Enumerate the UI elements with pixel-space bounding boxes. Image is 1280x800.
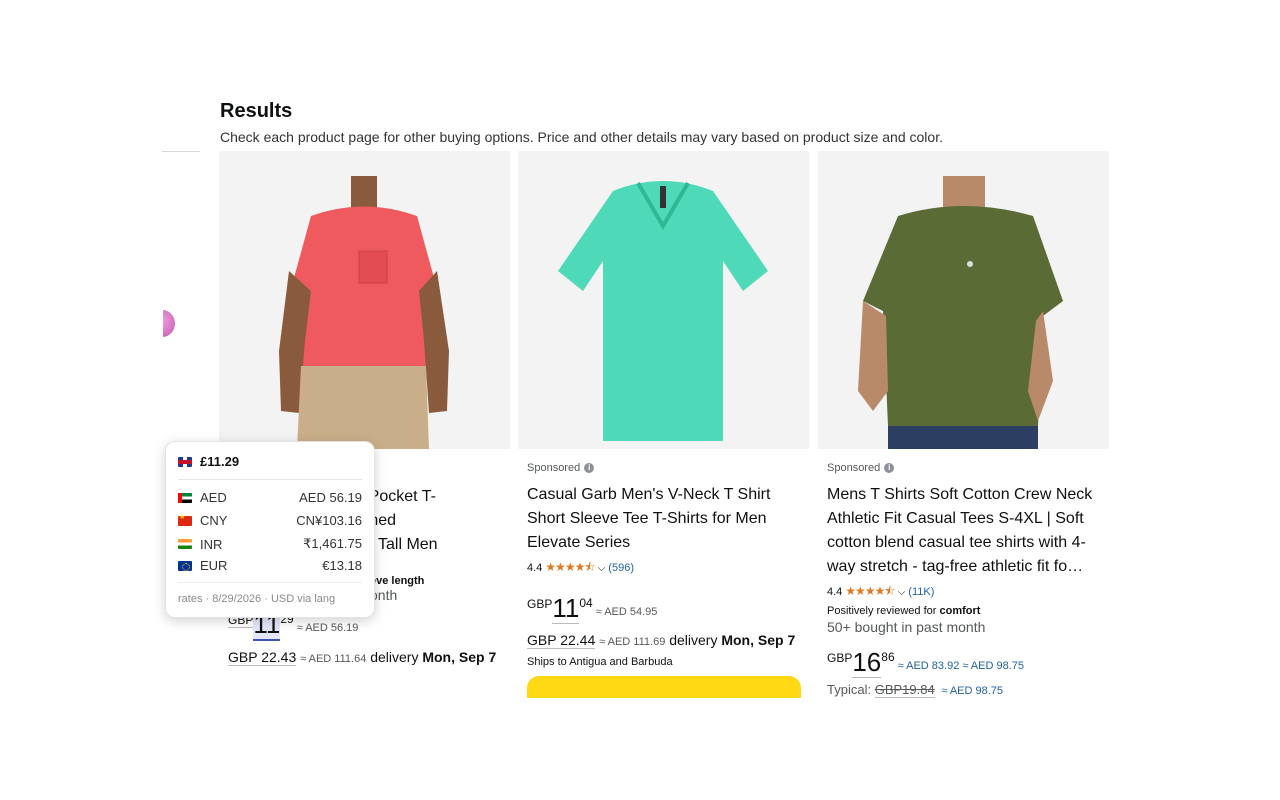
- review-count[interactable]: (11K): [908, 586, 934, 598]
- product-title[interactable]: Mens T Shirts Soft Cotton Crew Neck Athl…: [827, 483, 1102, 579]
- sponsored-label[interactable]: Sponsored i: [527, 459, 802, 477]
- results-subtitle: Check each product page for other buying…: [220, 129, 943, 145]
- product-image[interactable]: [219, 151, 510, 449]
- product-card[interactable]: Sponsored i Casual Garb Men's V-Neck T S…: [518, 151, 809, 703]
- currency-row: CNY CN¥103.16: [178, 513, 362, 528]
- price-fraction: 86: [881, 650, 895, 664]
- rating-value: 4.4: [827, 586, 843, 598]
- product-title[interactable]: Casual Garb Men's V-Neck T Shirt Short S…: [527, 483, 802, 555]
- currency-value: AED 56.19: [299, 490, 362, 505]
- currency-value: €13.18: [322, 558, 362, 573]
- list-price-converted: ≈ AED 111.64: [300, 653, 367, 665]
- info-icon[interactable]: i: [884, 463, 895, 473]
- rating[interactable]: 4.4 ★★★★⯪ ⌵ (11K): [827, 583, 1102, 601]
- list-price: GBP 22.44: [527, 632, 596, 649]
- price-converted: ≈ AED 54.95: [595, 606, 658, 618]
- review-highlight: Positively reviewed for comfort: [827, 605, 1102, 617]
- currency-row: EUR €13.18: [178, 558, 362, 573]
- rating[interactable]: 4.4 ★★★★⯪ ⌵ (596): [527, 559, 802, 577]
- review-note-term: comfort: [939, 605, 981, 617]
- typical-price-value: GBP19.84: [874, 682, 935, 698]
- list-price-converted: ≈ AED 111.69: [599, 636, 666, 648]
- delivery-date: Mon, Sep 7: [422, 649, 497, 665]
- india-flag-icon: [178, 539, 192, 549]
- typical-price: Typical: GBP19.84 ≈ AED 98.75: [827, 682, 1102, 698]
- currency-converter-popup[interactable]: £11.29 AED AED 56.19 CNY CN¥103.16 INR ₹…: [165, 441, 375, 618]
- price-converted: ≈ AED 56.19: [296, 622, 359, 634]
- eu-flag-icon: [178, 560, 192, 571]
- add-to-cart-button[interactable]: [527, 676, 801, 698]
- price-converted: ≈ AED 83.92: [897, 660, 960, 672]
- price-currency: GBP: [527, 597, 553, 611]
- info-icon[interactable]: i: [584, 463, 595, 473]
- currency-code: EUR: [200, 558, 228, 573]
- china-flag-icon: [178, 513, 192, 526]
- rating-value: 4.4: [527, 562, 543, 574]
- sponsored-text: Sponsored: [827, 462, 881, 474]
- product-image[interactable]: [518, 151, 809, 449]
- sidebar-mask: [0, 0, 163, 800]
- typical-label: Typical:: [827, 682, 872, 697]
- currency-row: AED AED 56.19: [178, 490, 362, 505]
- currency-code: CNY: [200, 513, 228, 528]
- currency-code: INR: [200, 536, 223, 552]
- delivery-date: Mon, Sep 7: [721, 632, 796, 648]
- ships-to: Ships to Antigua and Barbuda: [527, 656, 673, 668]
- popup-main-price: £11.29: [200, 454, 240, 469]
- price[interactable]: GBP 16 86 ≈ AED 83.92 ≈ AED 98.75: [827, 647, 1102, 678]
- chevron-down-icon[interactable]: ⌵: [598, 563, 606, 574]
- delivery-info: GBP 22.43 ≈ AED 111.64 delivery Mon, Sep…: [228, 647, 503, 669]
- chevron-down-icon[interactable]: ⌵: [898, 587, 906, 598]
- currency-row: INR ₹1,461.75: [178, 536, 362, 552]
- review-note-prefix: Positively reviewed for: [827, 605, 937, 617]
- price-whole: 11: [552, 593, 580, 624]
- popup-divider: [178, 582, 362, 583]
- popup-footer: rates · 8/29/2026 · USD via lang: [178, 593, 336, 605]
- price[interactable]: GBP 11 04 ≈ AED 54.95: [527, 593, 802, 624]
- product-image[interactable]: [818, 151, 1109, 449]
- product-card[interactable]: c Fit Pocket T- esigned Tall Men eve len…: [219, 151, 510, 703]
- currency-code: AED: [200, 490, 227, 505]
- delivery-label: delivery: [370, 649, 419, 665]
- price-whole: 16: [852, 647, 882, 678]
- bought-note: 50+ bought in past month: [827, 619, 986, 635]
- currency-value: ₹1,461.75: [303, 536, 362, 551]
- review-count[interactable]: (596): [608, 562, 634, 574]
- uae-flag-icon: [178, 492, 192, 503]
- delivery-label: delivery: [669, 632, 718, 648]
- currency-value: CN¥103.16: [296, 513, 362, 528]
- popup-header: £11.29: [178, 454, 362, 469]
- delivery-info: GBP 22.44 ≈ AED 111.69 delivery Mon, Sep…: [527, 630, 802, 652]
- typical-price-converted: ≈ AED 98.75: [941, 685, 1004, 697]
- popup-divider: [178, 479, 362, 480]
- sponsored-label[interactable]: Sponsored i: [827, 459, 1102, 477]
- price-converted-alt: ≈ AED 98.75: [962, 660, 1024, 672]
- price-currency: GBP: [827, 651, 853, 665]
- list-price: GBP 22.43: [228, 649, 297, 666]
- star-rating-icon: ★★★★⯪: [845, 583, 895, 598]
- price-fraction: 04: [579, 596, 593, 610]
- uk-flag-icon: [178, 456, 192, 467]
- sidebar-divider: [162, 151, 200, 152]
- results-heading: Results: [220, 100, 293, 122]
- star-rating-icon: ★★★★⯪: [545, 559, 595, 574]
- product-card[interactable]: Sponsored i Mens T Shirts Soft Cotton Cr…: [818, 151, 1109, 703]
- sponsored-text: Sponsored: [527, 462, 581, 474]
